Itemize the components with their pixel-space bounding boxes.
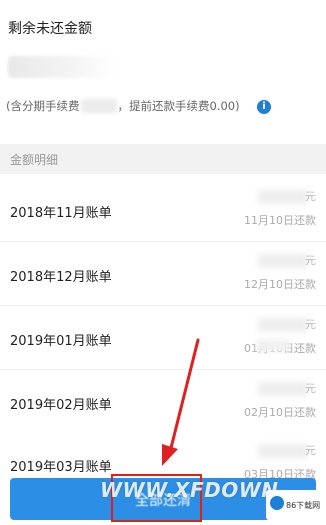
- watermark-text: WWW.XFDOWN: [100, 478, 279, 502]
- watermark-logo-icon: [270, 496, 284, 510]
- watermark-logo-text: 86下载网: [286, 501, 321, 510]
- annotation-arrow-icon: [162, 338, 200, 466]
- watermark-logo: 86下载网: [266, 490, 324, 520]
